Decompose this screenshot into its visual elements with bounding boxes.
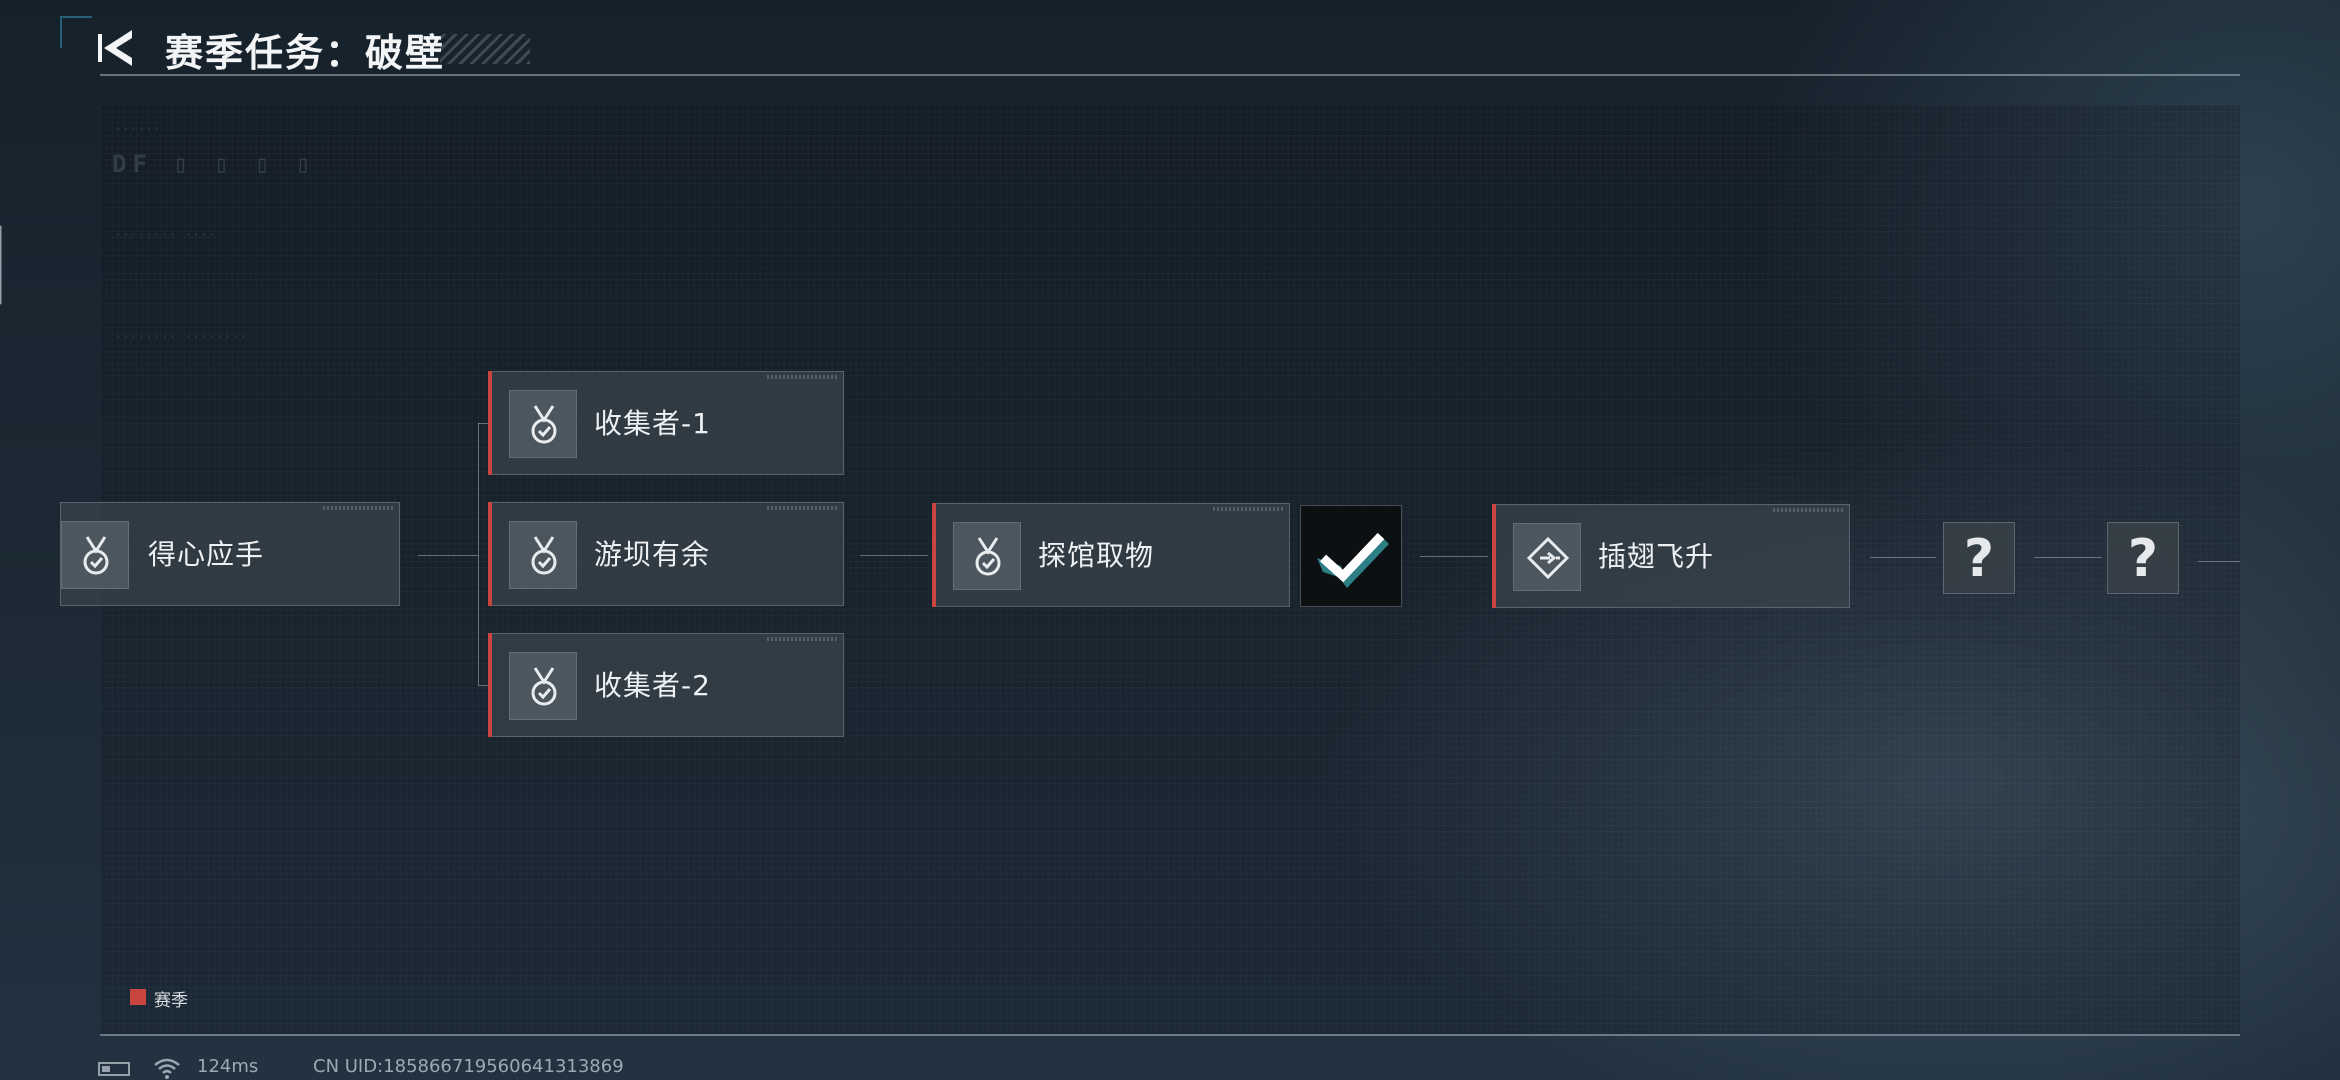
medal-check-icon [531,667,557,706]
header-divider [100,74,2240,76]
uid-text: CN UID:1858667195606413138​69 [313,1056,624,1077]
side-hex-icon[interactable] [0,215,14,315]
card-tag [1773,508,1843,512]
connector-line [1420,556,1488,557]
back-arrow-icon [98,30,132,66]
legend-swatch [130,989,146,1005]
medal-check-icon [83,536,109,575]
game-screen: DF ▯ ▯ ▯ ▯ ······ ········ ···· ········… [0,0,2340,1080]
mission-icon-box [509,521,577,589]
checkmark-icon [1317,532,1389,588]
card-tag [767,637,837,641]
mission-icon-box [509,390,577,458]
mission-card-5[interactable]: 探馆取物 [932,503,1290,607]
mission-card-2[interactable]: 收集者-1 [488,371,844,475]
mission-card-6[interactable]: 插翅飞升 [1492,504,1850,608]
corner-bracket [60,16,92,48]
card-tag [1213,507,1283,511]
locked-node-2[interactable]: ? [2107,522,2179,594]
mission-card-1[interactable]: 得心应手 [60,502,400,606]
mission-label: 探馆取物 [1038,539,1155,572]
card-tag [323,506,393,510]
card-tag [767,506,837,510]
ping-text: 124ms [197,1056,259,1077]
mission-label: 插翅飞升 [1598,540,1715,573]
diamond-arrow-icon [1526,536,1570,580]
medal-check-icon [531,405,557,444]
deco-hud-text: ······ [114,122,161,137]
locked-node-1[interactable]: ? [1943,522,2015,594]
deco-hud-text: ········ ···· [114,228,216,243]
mission-card-3[interactable]: 游坝有余 [488,502,844,606]
footer-divider [100,1034,2240,1036]
deco-hud-text: ········ ········ [114,330,248,345]
mission-label: 收集者-1 [594,407,711,440]
connector-line [2034,557,2102,558]
deco-hud-text: DF ▯ ▯ ▯ ▯ [112,150,317,178]
mission-label: 得心应手 [148,538,265,571]
page-title: 赛季任务：破壁 [165,31,446,75]
card-tag [767,375,837,379]
battery-icon [98,1062,130,1076]
mission-icon-box [1513,523,1581,591]
connector-line [2198,561,2240,562]
connector-line [478,423,479,685]
connector-line [418,555,478,556]
back-button[interactable] [96,26,140,70]
connector-line [1870,557,1936,558]
mission-icon-box [509,652,577,720]
connector-line [478,685,488,686]
medal-check-icon [975,537,1001,576]
mission-icon-box [953,522,1021,590]
mission-card-4[interactable]: 收集者-2 [488,633,844,737]
mission-label: 游坝有余 [594,538,711,571]
title-decoration [440,34,530,64]
mission-icon-box [61,521,129,589]
mission-label: 收集者-2 [594,669,711,702]
reward-box[interactable] [1300,505,1402,607]
legend-label: 赛季 [154,991,188,1011]
medal-check-icon [531,536,557,575]
wifi-icon [154,1058,180,1079]
connector-line [860,555,928,556]
connector-line [478,423,488,424]
